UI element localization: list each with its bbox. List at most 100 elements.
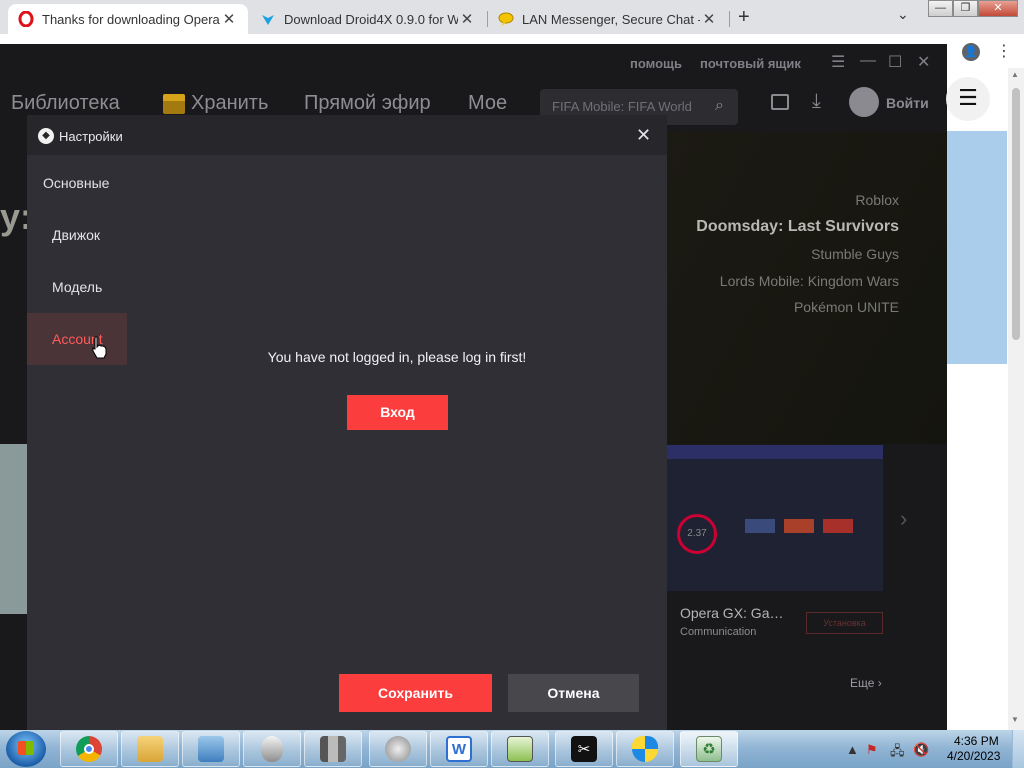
network-icon[interactable]: 🖧 [890, 742, 905, 764]
capcut-icon: ✂ [571, 736, 597, 762]
scrollbar-thumb[interactable] [1012, 88, 1020, 340]
taskbar-control-panel[interactable] [182, 731, 240, 767]
messages-icon[interactable] [771, 94, 789, 110]
settings-nav-engine[interactable]: Движок [27, 209, 127, 261]
app-close-icon[interactable]: ✕ [917, 52, 930, 72]
app-menu-icon[interactable]: ☰ [831, 52, 845, 72]
game-link-roblox[interactable]: Roblox [855, 192, 899, 208]
tab-title: LAN Messenger, Secure Chat - In [522, 11, 700, 27]
promo-tile [784, 519, 814, 533]
hamburger-menu-icon[interactable]: ☰ [946, 77, 990, 121]
promo-title[interactable]: Opera GX: Ga… [680, 605, 783, 621]
cancel-button[interactable]: Отмена [508, 674, 639, 712]
taskbar-notepad-plus[interactable] [491, 731, 549, 767]
more-link[interactable]: Еще › [850, 676, 882, 690]
game-thumbnail[interactable] [0, 444, 27, 614]
game-link-pokemon-unite[interactable]: Pokémon UNITE [794, 299, 899, 315]
speaker-icon [385, 736, 411, 762]
search-value: FIFA Mobile: FIFA World [552, 99, 692, 114]
scroll-down-icon[interactable]: ▼ [1011, 715, 1019, 724]
tray-expand-icon[interactable]: ▲ [846, 742, 859, 757]
chevron-right-icon[interactable]: › [900, 506, 907, 532]
login-required-message: You have not logged in, please log in fi… [267, 349, 527, 365]
opera-icon [18, 11, 34, 27]
settings-dialog: ◆ Настройки ✕ Основные Движок Модель Acc… [27, 115, 667, 730]
close-icon[interactable]: ✕ [636, 125, 651, 146]
close-window-button[interactable]: ✕ [978, 0, 1018, 17]
taskbar-archive[interactable] [304, 731, 362, 767]
login-button[interactable]: Вход [347, 395, 448, 430]
folder-icon [137, 736, 163, 762]
taskbar-security[interactable] [616, 731, 674, 767]
recycle-bin-icon: ♻ [696, 736, 722, 762]
mouse-pointer-icon [92, 336, 107, 359]
taskbar-recycle-bin[interactable]: ♻ [680, 731, 738, 767]
app-minimize-icon[interactable]: — [860, 52, 876, 70]
control-panel-icon [198, 736, 224, 762]
scroll-up-icon[interactable]: ▲ [1011, 70, 1019, 79]
settings-nav-general[interactable]: Основные [27, 157, 127, 209]
taskbar-wps-writer[interactable]: W [430, 731, 488, 767]
game-link-doomsday[interactable]: Doomsday: Last Survivors [696, 218, 899, 236]
browser-toolbar [0, 34, 1024, 44]
tab-opera[interactable]: Thanks for downloading Opera ✕ [8, 4, 248, 34]
app-logo-icon: ◆ [38, 128, 54, 144]
app-maximize-icon[interactable]: ☐ [888, 52, 902, 72]
kebab-menu-icon[interactable]: ⋮ [996, 41, 1012, 61]
promo-subtitle: Communication [680, 626, 757, 638]
taskbar-chrome[interactable] [60, 731, 118, 767]
taskbar-file-explorer[interactable] [121, 731, 179, 767]
promo-dial: 2.37 [677, 514, 717, 554]
store-icon [163, 93, 185, 114]
tab-search-button[interactable]: ⌄ [897, 6, 909, 23]
windows-logo-icon [18, 741, 34, 755]
volume-muted-icon[interactable]: 🔇 [913, 742, 929, 758]
notepad-icon [507, 736, 533, 762]
tab-separator [729, 11, 730, 27]
chrome-icon [76, 736, 102, 762]
game-link-stumble-guys[interactable]: Stumble Guys [811, 246, 899, 262]
profile-icon[interactable]: 👤 [962, 43, 980, 61]
save-button[interactable]: Сохранить [339, 674, 492, 712]
nav-store[interactable]: Хранить [163, 92, 268, 115]
nav-store-label: Хранить [191, 92, 269, 114]
promo-tile [823, 519, 853, 533]
taskbar-mouse-settings[interactable] [243, 731, 301, 767]
mailbox-link[interactable]: почтовый ящик [700, 56, 801, 71]
nav-live[interactable]: Прямой эфир [304, 92, 431, 115]
dialog-header: ◆ Настройки ✕ [27, 115, 667, 155]
help-link[interactable]: помощь [630, 56, 682, 71]
tab-close-icon[interactable]: ✕ [700, 10, 718, 28]
game-link-lords-mobile[interactable]: Lords Mobile: Kingdom Wars [720, 273, 899, 289]
nav-library[interactable]: Библиотека [11, 92, 120, 115]
tab-lan-messenger[interactable]: LAN Messenger, Secure Chat - In ✕ [488, 4, 728, 34]
promo-install-button[interactable]: Установка [806, 612, 883, 634]
clock-date[interactable]: 4/20/2023 [947, 749, 1000, 763]
promo-card-bar [667, 445, 883, 459]
archive-icon [320, 736, 346, 762]
tab-close-icon[interactable]: ✕ [458, 10, 476, 28]
mouse-icon [261, 736, 283, 762]
action-center-icon[interactable]: ⚑ [866, 742, 878, 758]
avatar[interactable] [849, 87, 879, 117]
restore-button[interactable]: ❐ [953, 0, 978, 17]
clock-time[interactable]: 4:36 PM [954, 734, 999, 748]
search-icon[interactable]: ⌕ [715, 97, 724, 115]
new-tab-button[interactable]: + [738, 6, 750, 29]
tab-droid4x[interactable]: Download Droid4X 0.9.0 for Wind ✕ [250, 4, 486, 34]
dialog-title: Настройки [59, 129, 123, 144]
minimize-button[interactable]: — [928, 0, 953, 17]
shield-icon [632, 736, 658, 762]
tab-title: Download Droid4X 0.9.0 for Wind [284, 11, 458, 27]
show-desktop-button[interactable] [1012, 730, 1024, 768]
tab-close-icon[interactable]: ✕ [220, 10, 238, 28]
nav-mine[interactable]: Мое [468, 92, 507, 115]
droid4x-icon [260, 11, 276, 27]
download-icon[interactable]: ⤓ [812, 90, 821, 113]
taskbar-speaker[interactable] [369, 731, 427, 767]
browser-tab-bar: Thanks for downloading Opera ✕ Download … [0, 0, 1024, 34]
wps-icon: W [446, 736, 472, 762]
settings-nav-model[interactable]: Модель [27, 261, 127, 313]
login-link[interactable]: Войти [886, 95, 929, 111]
taskbar-capcut[interactable]: ✂ [555, 731, 613, 767]
